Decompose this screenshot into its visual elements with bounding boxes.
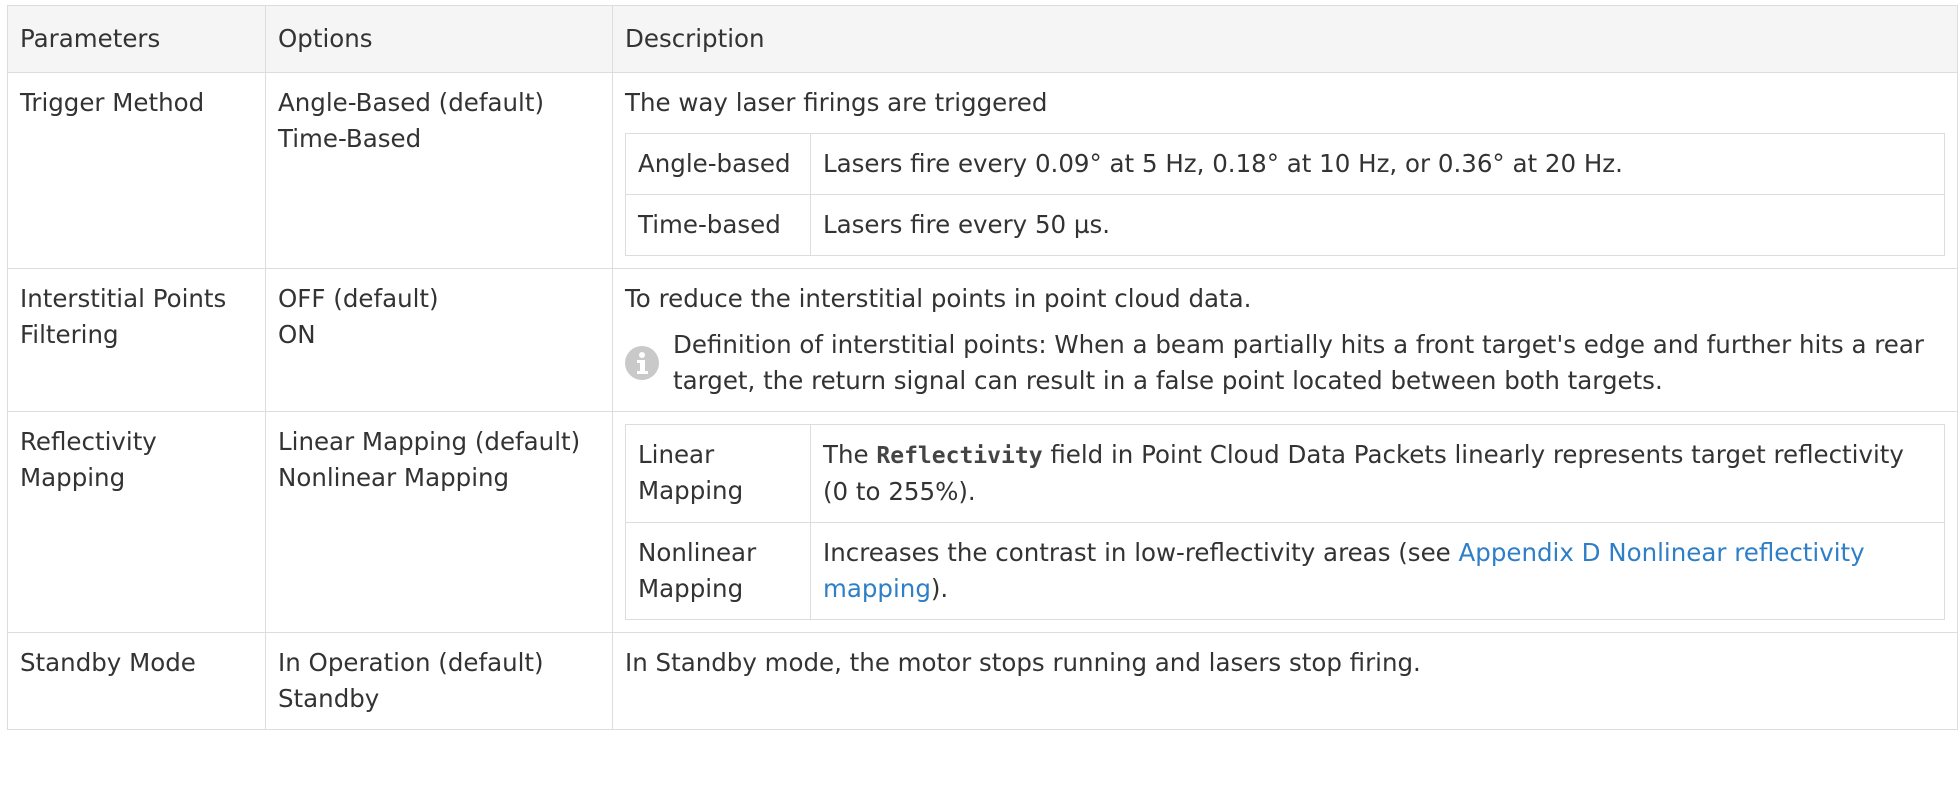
parameter-cell: Trigger Method xyxy=(7,72,266,269)
option-item: Angle-Based (default) xyxy=(278,88,545,117)
options-cell: Angle-Based (default) Time-Based xyxy=(265,72,613,269)
option-item: In Operation (default) xyxy=(278,648,544,677)
description-cell: The way laser firings are triggered Angl… xyxy=(612,72,1958,269)
option-item: OFF (default) xyxy=(278,284,439,313)
note-text: Definition of interstitial points: When … xyxy=(673,330,1924,395)
options-cell: OFF (default) ON xyxy=(265,268,613,412)
reflectivity-field-code: Reflectivity xyxy=(876,443,1043,469)
subtable-label: Angle-based xyxy=(625,133,811,195)
description-text: In Standby mode, the motor stops running… xyxy=(625,648,1421,677)
option-item: Time-Based xyxy=(278,124,422,153)
subtable-row: Nonlinear Mapping Increases the contrast… xyxy=(625,522,1945,620)
table-row: Reflectivity Mapping Linear Mapping (def… xyxy=(7,411,1958,633)
parameter-cell: Interstitial Points Filtering xyxy=(7,268,266,412)
table-row: Trigger Method Angle-Based (default) Tim… xyxy=(7,72,1958,269)
parameter-cell: Standby Mode xyxy=(7,632,266,730)
subtable-text: Lasers fire every 0.09° at 5 Hz, 0.18° a… xyxy=(810,133,1945,195)
info-note: Definition of interstitial points: When … xyxy=(625,327,1945,399)
parameter-cell: Reflectivity Mapping xyxy=(7,411,266,633)
text-before: Increases the contrast in low-reflectivi… xyxy=(823,538,1451,567)
subtable-row: Linear Mapping The Reflectivity field in… xyxy=(625,424,1945,523)
text-after: ). xyxy=(930,574,949,603)
parameters-table: Parameters Options Description Trigger M… xyxy=(7,5,1958,730)
option-item: Linear Mapping (default) xyxy=(278,427,581,456)
options-cell: Linear Mapping (default) Nonlinear Mappi… xyxy=(265,411,613,633)
subtable-text: The Reflectivity field in Point Cloud Da… xyxy=(810,424,1945,523)
table-row: Standby Mode In Operation (default) Stan… xyxy=(7,632,1958,730)
description-cell: Linear Mapping The Reflectivity field in… xyxy=(612,411,1958,633)
subtable-label: Time-based xyxy=(625,194,811,256)
info-icon xyxy=(625,346,659,380)
description-text: To reduce the interstitial points in poi… xyxy=(625,284,1252,313)
header-options: Options xyxy=(265,5,613,73)
subtable-label: Nonlinear Mapping xyxy=(625,522,811,620)
description-cell: In Standby mode, the motor stops running… xyxy=(612,632,1958,730)
subtable-row: Time-based Lasers fire every 50 µs. xyxy=(625,194,1945,256)
description-text: The way laser firings are triggered xyxy=(625,88,1048,117)
text-before: The xyxy=(823,440,869,469)
header-row: Parameters Options Description xyxy=(7,5,1958,73)
subtable-label: Linear Mapping xyxy=(625,424,811,523)
header-description: Description xyxy=(612,5,1958,73)
description-cell: To reduce the interstitial points in poi… xyxy=(612,268,1958,412)
table-row: Interstitial Points Filtering OFF (defau… xyxy=(7,268,1958,412)
option-item: Standby xyxy=(278,684,380,713)
reflectivity-subtable: Linear Mapping The Reflectivity field in… xyxy=(625,424,1945,620)
option-item: ON xyxy=(278,320,316,349)
trigger-subtable: Angle-based Lasers fire every 0.09° at 5… xyxy=(625,133,1945,256)
subtable-text: Increases the contrast in low-reflectivi… xyxy=(810,522,1945,620)
subtable-row: Angle-based Lasers fire every 0.09° at 5… xyxy=(625,133,1945,195)
options-cell: In Operation (default) Standby xyxy=(265,632,613,730)
page: Parameters Options Description Trigger M… xyxy=(0,0,1959,792)
subtable-text: Lasers fire every 50 µs. xyxy=(810,194,1945,256)
option-item: Nonlinear Mapping xyxy=(278,463,510,492)
header-parameters: Parameters xyxy=(7,5,266,73)
